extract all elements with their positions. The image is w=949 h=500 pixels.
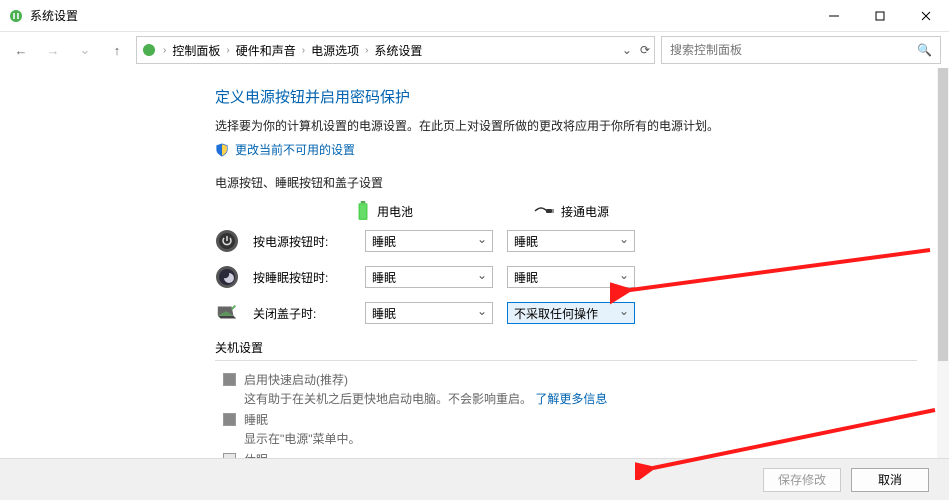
control-panel-icon — [141, 42, 157, 58]
close-button[interactable] — [903, 0, 949, 32]
breadcrumb-item[interactable]: 系统设置 — [374, 42, 422, 59]
column-headers: 用电池 接通电源 — [215, 201, 917, 221]
scroll-thumb[interactable] — [938, 68, 948, 361]
refresh-icon[interactable]: ⟳ — [640, 43, 650, 57]
hibernate-option-row: 休眠 显示在"电源"菜单中。 — [223, 451, 917, 458]
minimize-button[interactable] — [811, 0, 857, 32]
lid-close-label: 关闭盖子时: — [253, 305, 351, 322]
change-unavailable-link-row: 更改当前不可用的设置 — [215, 141, 917, 158]
search-input[interactable] — [670, 43, 917, 57]
power-button-battery-select[interactable]: 睡眠 — [365, 230, 493, 252]
power-button-icon — [215, 229, 239, 253]
nav-forward-button[interactable]: → — [40, 37, 66, 63]
shield-icon — [215, 143, 229, 157]
app-icon — [8, 8, 24, 24]
address-bar[interactable]: › 控制面板 › 硬件和声音 › 电源选项 › 系统设置 ⌄ ⟳ — [136, 36, 655, 64]
lid-close-battery-select[interactable]: 睡眠 — [365, 302, 493, 324]
button-bar: 保存修改 取消 — [0, 458, 949, 500]
shutdown-settings-group: 关机设置 启用快速启动(推荐) 这有助于在关机之后更快地启动电脑。不会影响重启。… — [215, 339, 917, 458]
cancel-button[interactable]: 取消 — [851, 468, 929, 492]
sleep-button-plugged-select[interactable]: 睡眠 — [507, 266, 635, 288]
search-icon: 🔍 — [917, 43, 932, 57]
page-subtext: 选择要为你的计算机设置的电源设置。在此页上对设置所做的更改将应用于你所有的电源计… — [215, 117, 917, 135]
sleep-button-icon — [215, 265, 239, 289]
sleep-button-label: 按睡眠按钮时: — [253, 269, 351, 286]
breadcrumb-item[interactable]: 硬件和声音 — [236, 42, 296, 59]
lid-close-icon — [215, 301, 239, 325]
navigation-row: ← → ⌄ ↑ › 控制面板 › 硬件和声音 › 电源选项 › 系统设置 ⌄ ⟳… — [0, 32, 949, 68]
fast-startup-checkbox[interactable] — [223, 373, 236, 386]
power-button-row: 按电源按钮时: 睡眠 睡眠 — [215, 229, 917, 253]
maximize-button[interactable] — [857, 0, 903, 32]
search-box[interactable]: 🔍 — [661, 36, 941, 64]
sleep-option-label: 睡眠 — [244, 411, 361, 428]
plugged-column-header: 接通电源 — [533, 203, 693, 220]
battery-icon — [355, 201, 371, 221]
sleep-button-row: 按睡眠按钮时: 睡眠 睡眠 — [215, 265, 917, 289]
shutdown-group-title: 关机设置 — [215, 339, 917, 361]
titlebar: 系统设置 — [0, 0, 949, 32]
learn-more-link[interactable]: 了解更多信息 — [535, 392, 607, 406]
sleep-option-row: 睡眠 显示在"电源"菜单中。 — [223, 411, 917, 447]
breadcrumb-item[interactable]: 电源选项 — [311, 42, 359, 59]
fast-startup-row: 启用快速启动(推荐) 这有助于在关机之后更快地启动电脑。不会影响重启。 了解更多… — [223, 371, 917, 407]
nav-back-button[interactable]: ← — [8, 37, 34, 63]
nav-up-button[interactable]: ↑ — [104, 37, 130, 63]
content-area: 定义电源按钮并启用密码保护 选择要为你的计算机设置的电源设置。在此页上对设置所做… — [0, 68, 937, 458]
fast-startup-label: 启用快速启动(推荐) — [244, 371, 607, 388]
sleep-button-battery-select[interactable]: 睡眠 — [365, 266, 493, 288]
breadcrumb-item[interactable]: 控制面板 — [172, 42, 220, 59]
dropdown-icon[interactable]: ⌄ — [622, 43, 632, 57]
power-button-plugged-select[interactable]: 睡眠 — [507, 230, 635, 252]
battery-column-header: 用电池 — [355, 201, 515, 221]
power-button-label: 按电源按钮时: — [253, 233, 351, 250]
nav-recent-button[interactable]: ⌄ — [72, 37, 98, 63]
lid-close-plugged-select[interactable]: 不采取任何操作 — [507, 302, 635, 324]
save-button[interactable]: 保存修改 — [763, 468, 841, 492]
window-title: 系统设置 — [30, 7, 811, 24]
hibernate-option-label: 休眠 — [244, 451, 361, 458]
lid-close-row: 关闭盖子时: 睡眠 不采取任何操作 — [215, 301, 917, 325]
sleep-checkbox[interactable] — [223, 413, 236, 426]
page-heading: 定义电源按钮并启用密码保护 — [215, 86, 917, 107]
plug-icon — [533, 204, 555, 218]
window-controls — [811, 0, 949, 32]
section-label: 电源按钮、睡眠按钮和盖子设置 — [215, 174, 917, 191]
scrollbar[interactable] — [937, 68, 949, 458]
change-unavailable-link[interactable]: 更改当前不可用的设置 — [235, 141, 355, 158]
